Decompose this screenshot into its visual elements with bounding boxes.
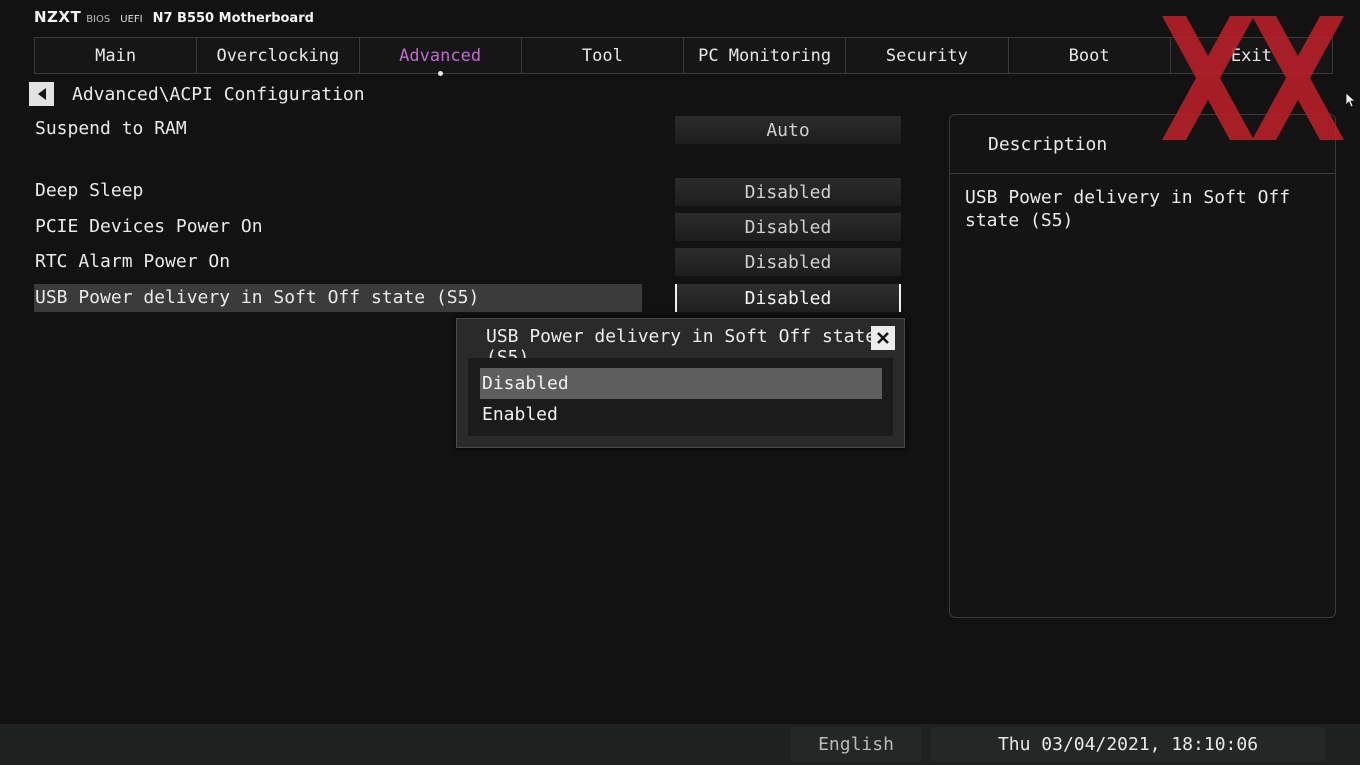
- tab-main[interactable]: Main: [35, 38, 198, 73]
- bios-label: BIOS: [86, 14, 111, 25]
- setting-label-pcie-power-on[interactable]: PCIE Devices Power On: [35, 216, 263, 237]
- popup-option-list: Disabled Enabled: [468, 358, 893, 436]
- close-button[interactable]: [871, 326, 895, 350]
- setting-label-suspend-to-ram[interactable]: Suspend to RAM: [35, 118, 187, 139]
- motherboard-model: N7 B550 Motherboard: [152, 11, 314, 26]
- watermark-logo: [1162, 16, 1344, 140]
- bios-header: NZXT BIOS UEFI N7 B550 Motherboard: [34, 8, 314, 30]
- setting-value-deep-sleep[interactable]: Disabled: [675, 178, 901, 206]
- tab-security[interactable]: Security: [846, 38, 1009, 73]
- datetime-display: Thu 03/04/2021, 18:10:06: [931, 727, 1325, 761]
- setting-label-usb-power-s5[interactable]: USB Power delivery in Soft Off state (S5…: [35, 287, 479, 308]
- breadcrumb: Advanced\ACPI Configuration: [72, 84, 365, 105]
- setting-value-rtc-alarm[interactable]: Disabled: [675, 248, 901, 276]
- setting-value-usb-power-s5[interactable]: Disabled: [675, 284, 901, 312]
- tab-pc-monitoring[interactable]: PC Monitoring: [684, 38, 847, 73]
- setting-value-suspend-to-ram[interactable]: Auto: [675, 116, 901, 144]
- option-popup: USB Power delivery in Soft Off state (S5…: [456, 318, 905, 448]
- close-icon: [877, 332, 889, 344]
- tab-boot[interactable]: Boot: [1009, 38, 1171, 73]
- main-tab-bar: Main Overclocking Advanced Tool PC Monit…: [34, 37, 1333, 76]
- uefi-label: UEFI: [120, 14, 143, 25]
- language-selector[interactable]: English: [791, 727, 921, 761]
- option-disabled[interactable]: Disabled: [480, 368, 882, 399]
- description-text: USB Power delivery in Soft Off state (S5…: [965, 187, 1291, 231]
- description-panel: Description USB Power delivery in Soft O…: [949, 114, 1336, 618]
- setting-value-pcie-power-on[interactable]: Disabled: [675, 213, 901, 241]
- tab-advanced[interactable]: Advanced: [360, 38, 522, 76]
- mouse-cursor-icon: [1345, 92, 1357, 108]
- setting-label-deep-sleep[interactable]: Deep Sleep: [35, 180, 143, 201]
- tab-overclocking[interactable]: Overclocking: [197, 38, 360, 73]
- setting-label-rtc-alarm[interactable]: RTC Alarm Power On: [35, 251, 230, 272]
- arrow-left-icon: [37, 88, 46, 100]
- back-button[interactable]: [29, 82, 54, 106]
- nzxt-logo: NZXT: [34, 8, 82, 26]
- option-enabled[interactable]: Enabled: [480, 399, 882, 430]
- tab-tool[interactable]: Tool: [522, 38, 684, 73]
